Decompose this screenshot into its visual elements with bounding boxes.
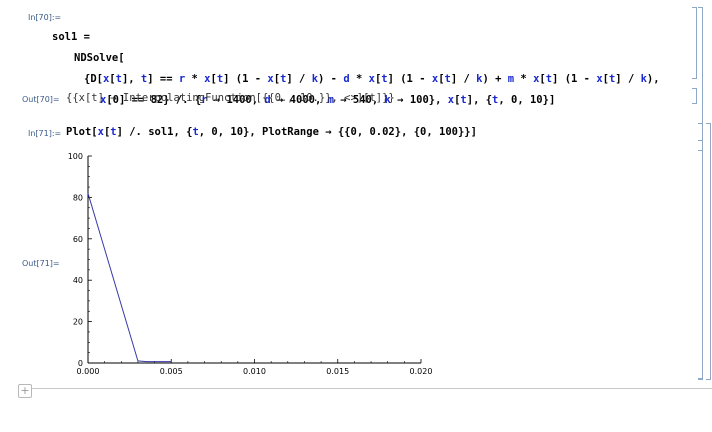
plot-axes (87, 156, 421, 364)
cell-bracket-group-71[interactable] (706, 123, 711, 380)
y-tick-label: 0 (78, 359, 83, 368)
plot-curve (87, 193, 172, 363)
output-label-71: Out[71]= (22, 259, 60, 268)
code-line-2: NDSolve[ (74, 52, 125, 64)
plot-graphic[interactable]: 0.000 0.005 0.010 0.015 0.020 0 20 40 60 80 100 (60, 148, 433, 378)
x-tick-label: 0.005 (160, 367, 183, 376)
x-tick-label: 0.015 (326, 367, 349, 376)
input-cell-71[interactable]: Plot[x[t] /. sol1, {t, 0, 10}, PlotRange… (66, 122, 477, 143)
y-tick-label: 20 (73, 318, 83, 327)
cell-bracket-out70[interactable] (692, 88, 697, 104)
cell-bracket-in71[interactable] (698, 123, 703, 141)
code-line-3: {D[x[t], t] == r * x[t] (1 - x[t] / k) -… (84, 73, 660, 85)
output-label-70: Out[70]= (22, 95, 60, 104)
cell-insertion-line[interactable] (22, 388, 712, 389)
y-tick-label: 40 (73, 276, 83, 285)
plot-ticks (87, 155, 422, 364)
code-line-1: sol1 = (52, 31, 90, 43)
cell-bracket-in70[interactable] (692, 7, 697, 79)
x-tick-label: 0.000 (77, 367, 100, 376)
plot-tick-labels: 0.000 0.005 0.010 0.015 0.020 0 20 40 60 80 100 (68, 152, 433, 376)
output-cell-70[interactable]: {{x[t] → InterpolatingFunction[{{0., 10.… (66, 88, 395, 109)
x-tick-label: 0.020 (410, 367, 433, 376)
cell-bracket-out71[interactable] (698, 150, 703, 380)
input-label-71: In[71]:= (28, 129, 62, 138)
x-tick-label: 0.010 (243, 367, 266, 376)
y-tick-label: 80 (73, 193, 83, 202)
y-tick-label: 100 (68, 152, 83, 161)
y-tick-label: 60 (73, 235, 83, 244)
add-cell-icon[interactable]: + (18, 384, 32, 398)
